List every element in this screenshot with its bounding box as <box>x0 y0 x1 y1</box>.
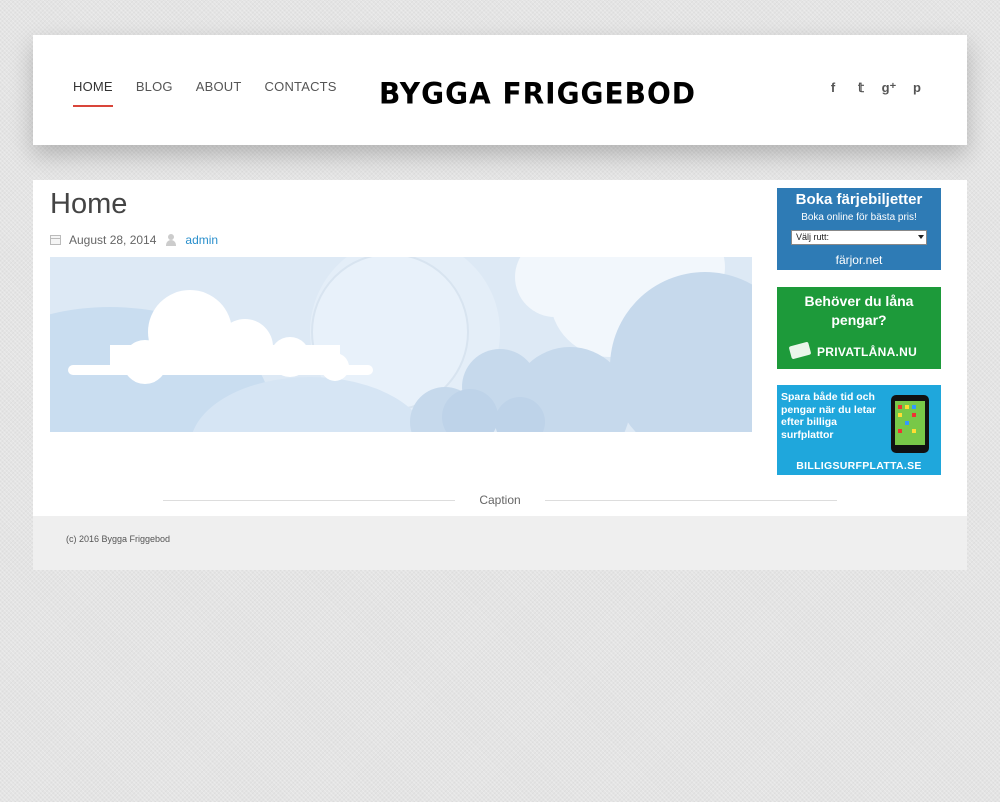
nav-item-about[interactable]: ABOUT <box>196 79 242 95</box>
post-date: August 28, 2014 <box>69 233 157 247</box>
tablet-ad-brand: BILLIGSURFPLATTA.SE <box>796 460 922 472</box>
caption-divider-right <box>545 500 837 501</box>
caption-divider-left <box>163 500 455 501</box>
google-plus-icon[interactable]: g⁺ <box>875 79 903 97</box>
route-select-value: Välj rutt: <box>796 232 830 242</box>
nav-item-contacts[interactable]: CONTACTS <box>265 79 337 95</box>
site-logo[interactable]: BYGGA FRIGGEBOD <box>379 76 695 112</box>
twitter-icon[interactable]: 𝕥 <box>847 79 875 97</box>
loan-ad-banner[interactable]: Behöver du låna pengar? PRIVATLÅNA.NU <box>777 287 941 369</box>
ferry-ad-banner[interactable]: Boka färjebiljetter Boka online för bäst… <box>777 188 941 270</box>
ferry-ad-brand: färjor.net <box>835 253 883 267</box>
nav-item-blog[interactable]: BLOG <box>136 79 173 95</box>
page-title: Home <box>50 188 128 220</box>
post-meta: August 28, 2014 admin <box>50 232 218 248</box>
content-area: Home August 28, 2014 admin Caption Boka … <box>33 180 967 570</box>
social-links: f 𝕥 g⁺ p <box>819 79 931 97</box>
tablet-ad-title: Spara både tid och pengar när du letar e… <box>781 391 877 441</box>
facebook-icon[interactable]: f <box>819 79 847 97</box>
image-caption: Caption <box>163 492 837 508</box>
money-icon <box>788 341 812 360</box>
pinterest-icon[interactable]: p <box>903 79 931 97</box>
calendar-icon <box>50 235 61 245</box>
copyright-text: (c) 2016 Bygga Friggebod <box>66 534 171 544</box>
route-select[interactable]: Välj rutt: <box>791 230 927 245</box>
tablet-ad-banner[interactable]: Spara både tid och pengar när du letar e… <box>777 385 941 475</box>
ferry-ad-subtitle: Boka online för bästa pris! <box>801 212 917 223</box>
loan-ad-brand: PRIVATLÅNA.NU <box>817 345 918 359</box>
user-icon <box>165 234 177 246</box>
clouds-illustration <box>50 257 752 432</box>
site-footer: (c) 2016 Bygga Friggebod <box>33 516 967 570</box>
hero-image <box>50 257 752 432</box>
main-nav: HOME BLOG ABOUT CONTACTS <box>73 79 360 107</box>
site-header: HOME BLOG ABOUT CONTACTS BYGGA FRIGGEBOD… <box>33 35 967 145</box>
caption-text: Caption <box>479 493 521 507</box>
nav-item-home[interactable]: HOME <box>73 79 113 107</box>
ferry-ad-title: Boka färjebiljetter <box>795 191 923 208</box>
chevron-down-icon <box>918 235 924 239</box>
loan-ad-title: Behöver du låna pengar? <box>804 293 914 328</box>
tablet-icon <box>891 395 929 453</box>
post-author-link[interactable]: admin <box>185 232 218 248</box>
